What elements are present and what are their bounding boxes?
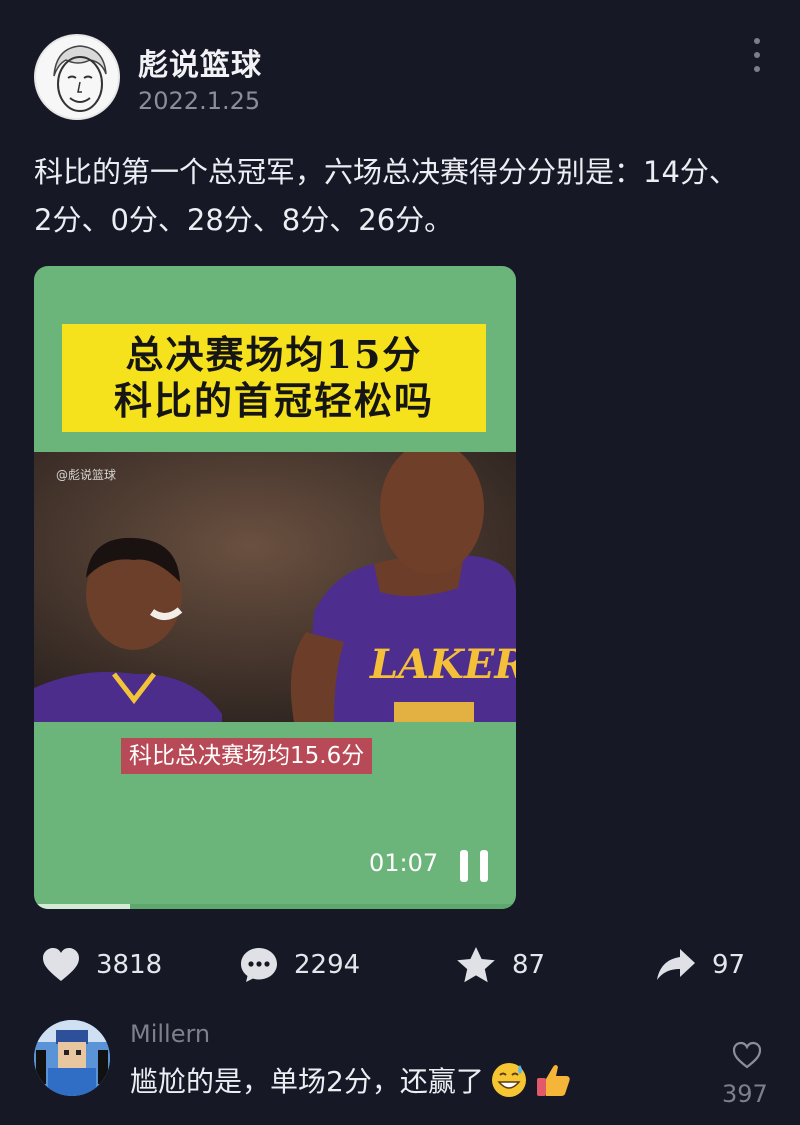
comment-like-count: 397: [722, 1080, 768, 1108]
post-page: 彪说篮球 2022.1.25 科比的第一个总冠军，六场总决赛得分分别是：14分、…: [0, 0, 800, 1125]
cartoon-face-icon: [36, 36, 118, 118]
comment-bubble-icon: [241, 948, 277, 982]
pause-icon[interactable]: [460, 850, 490, 882]
comment-button[interactable]: 2294: [240, 945, 360, 985]
star-icon: [457, 947, 495, 983]
share-count: 97: [712, 950, 746, 980]
video-time: 01:07: [369, 849, 439, 877]
video-watermark: @彪说篮球: [56, 468, 117, 482]
video-player[interactable]: 总决赛场均15分 科比的首冠轻松吗 LAKE @彪说篮球 科比总决赛场均15.6…: [34, 266, 516, 909]
grinning-sweat-emoji: [491, 1063, 526, 1097]
basketball-players-image: LAKERS: [34, 452, 516, 722]
commenter-name[interactable]: Millern: [130, 1020, 210, 1048]
jersey-text: LAKERS: [369, 641, 516, 688]
like-button[interactable]: 3818: [42, 945, 162, 985]
video-title-line-1: 总决赛场均15分: [125, 332, 423, 377]
video-subtitle: 科比总决赛场均15.6分: [121, 738, 373, 774]
share-button[interactable]: 97: [656, 945, 745, 985]
author-avatar[interactable]: [34, 34, 120, 120]
more-vertical-icon[interactable]: [748, 38, 766, 72]
favorite-count: 87: [512, 950, 546, 980]
share-arrow-icon: [657, 949, 695, 980]
like-count: 3818: [96, 950, 163, 980]
video-progress-fill: [34, 904, 131, 909]
post-date: 2022.1.25: [138, 87, 261, 115]
commenter-avatar[interactable]: [34, 1020, 110, 1096]
post-text: 科比的第一个总冠军，六场总决赛得分分别是：14分、2分、0分、28分、8分、26…: [34, 155, 738, 237]
comment-text-row: 尴尬的是，单场2分，还赢了: [130, 1060, 572, 1100]
favorite-button[interactable]: 87: [456, 945, 545, 985]
video-progress-bar[interactable]: [34, 904, 516, 909]
pixel-character-icon: [34, 1020, 110, 1096]
comment-text: 尴尬的是，单场2分，还赢了: [130, 1065, 484, 1098]
video-title-line-2: 科比的首冠轻松吗: [113, 378, 434, 423]
heart-outline-icon[interactable]: [732, 1041, 762, 1069]
comment-count: 2294: [294, 950, 361, 980]
author-name[interactable]: 彪说篮球: [138, 40, 262, 84]
video-title-banner: 总决赛场均15分 科比的首冠轻松吗: [62, 324, 486, 432]
video-frame[interactable]: LAKERS @彪说篮球: [34, 452, 516, 722]
thumbs-up-emoji: [536, 1065, 570, 1096]
heart-icon: [43, 948, 79, 981]
